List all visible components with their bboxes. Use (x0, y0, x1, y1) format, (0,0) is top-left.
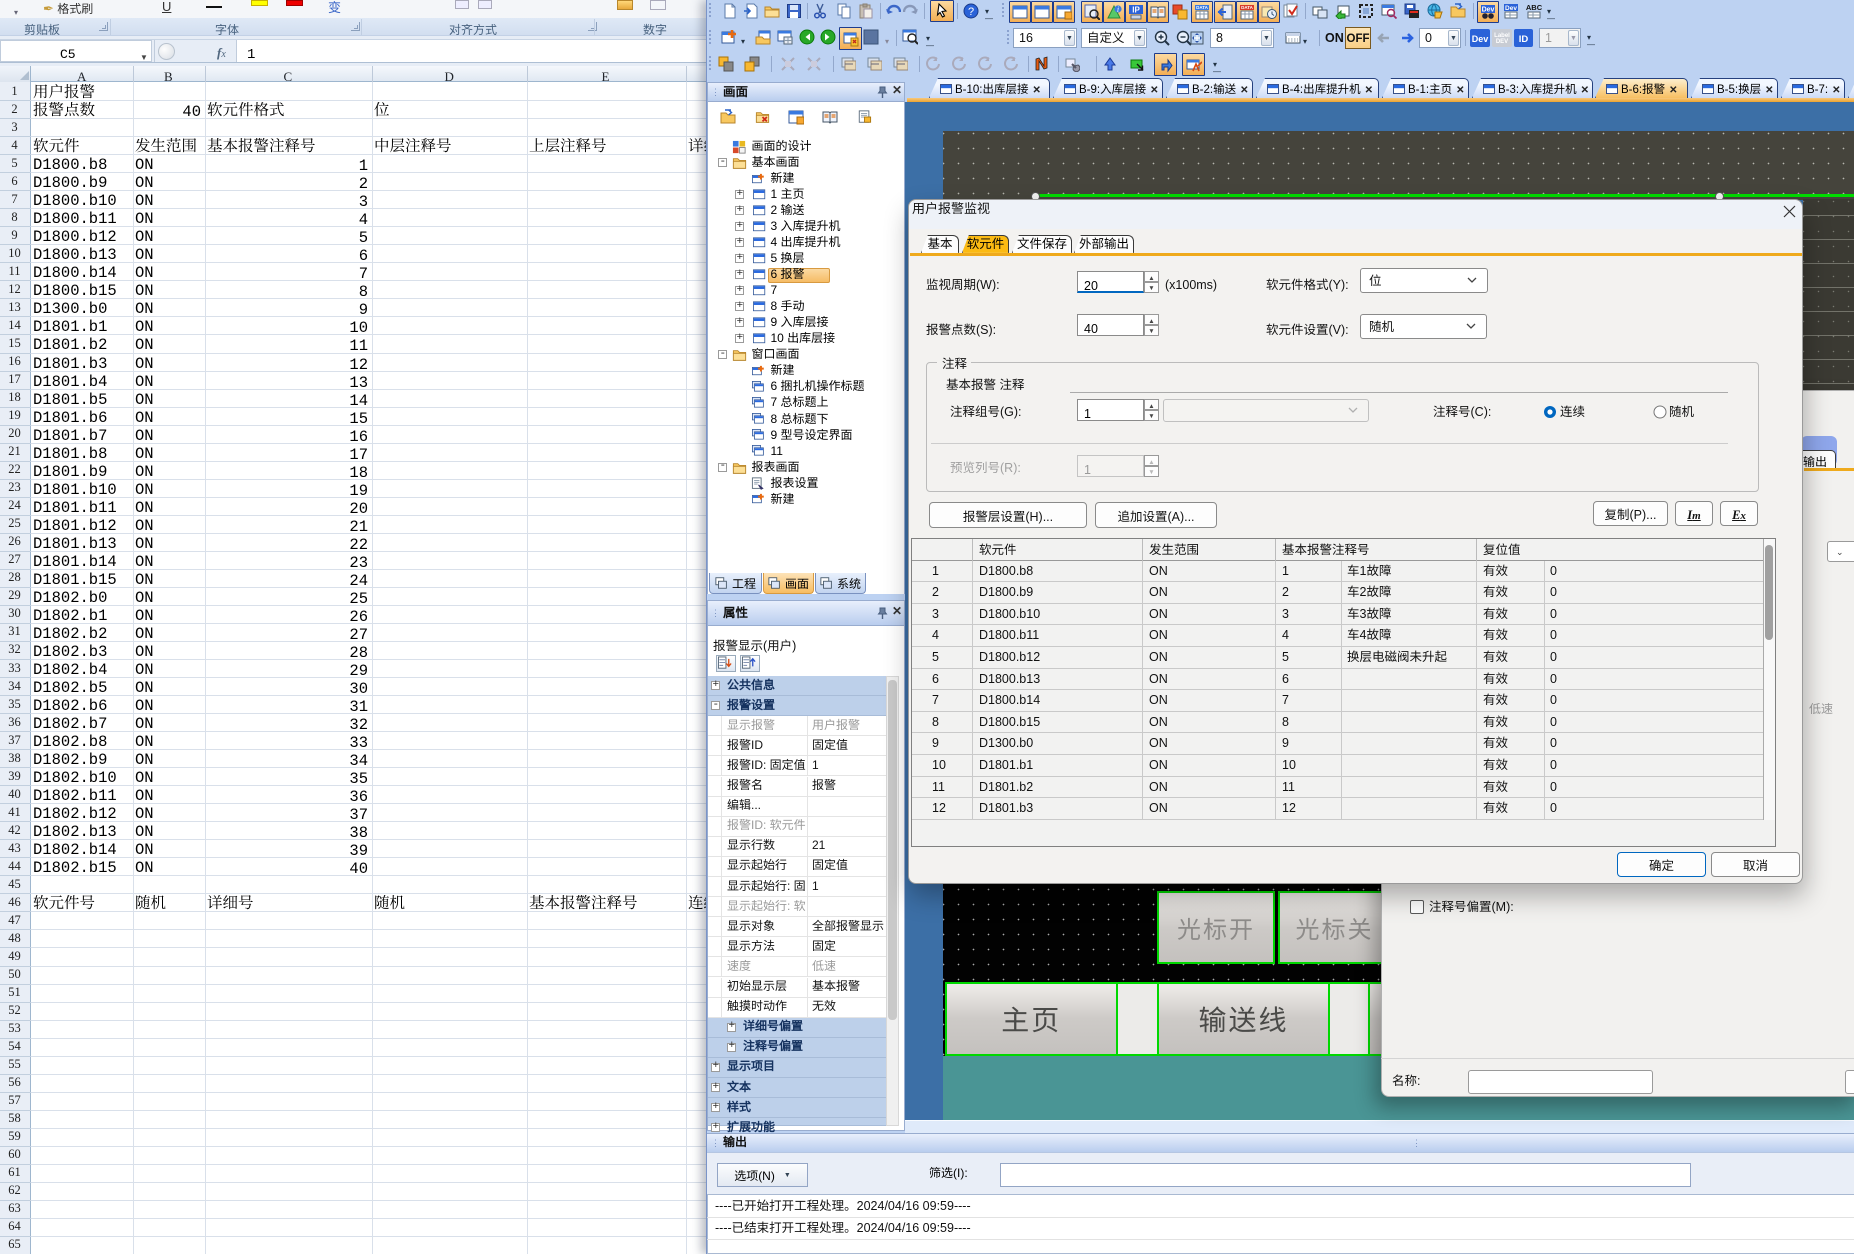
svg-text:DATA: DATA (1241, 5, 1254, 10)
svg-text:ABC: ABC (1526, 3, 1542, 12)
svg-text:i: i (1117, 5, 1119, 14)
svg-text:Dev: Dev (1482, 7, 1495, 14)
svg-text:Dev: Dev (1505, 5, 1517, 12)
svg-text:IP: IP (1132, 6, 1140, 15)
svg-text:DATA: DATA (1196, 5, 1209, 10)
svg-text:?: ? (968, 6, 974, 18)
